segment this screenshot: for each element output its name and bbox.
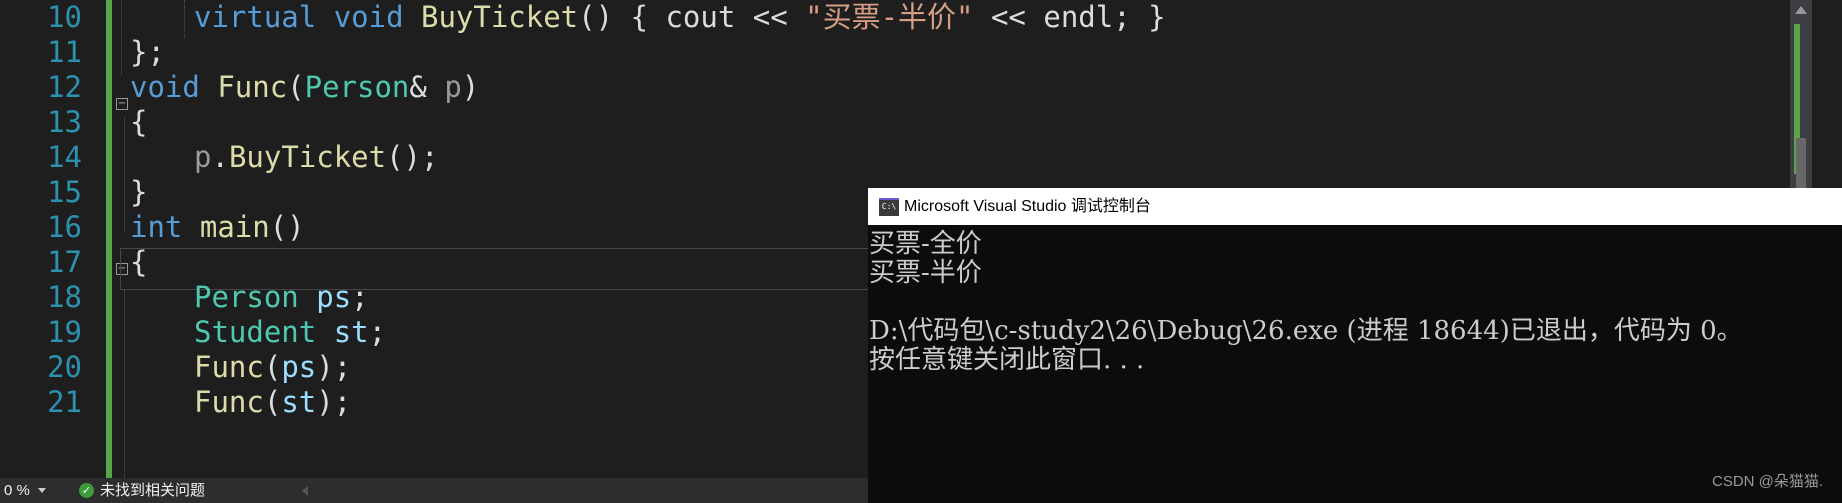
- code-token: (: [263, 350, 282, 384]
- console-output-line: D:\代码包\c-study2\26\Debug\26.exe (进程 1864…: [869, 316, 1743, 346]
- indent-guide: [121, 0, 122, 75]
- code-token: {: [130, 105, 148, 139]
- code-token: void: [333, 0, 404, 34]
- indent-guide: [124, 117, 125, 232]
- code-token: };: [130, 35, 165, 69]
- code-line[interactable]: int main(): [130, 207, 305, 248]
- code-line[interactable]: Func(st);: [194, 382, 351, 423]
- scroll-up-icon[interactable]: [1795, 6, 1807, 14]
- console-title: Microsoft Visual Studio 调试控制台: [904, 198, 1151, 215]
- code-token: ps: [316, 280, 352, 314]
- issues-status[interactable]: 未找到相关问题: [100, 478, 205, 503]
- code-token: int: [130, 210, 183, 244]
- code-token: {: [130, 245, 148, 279]
- scroll-left-icon[interactable]: [302, 486, 308, 496]
- code-token: BuyTicket: [228, 140, 387, 174]
- code-token: Func: [194, 350, 264, 384]
- code-token: << endl; }: [973, 0, 1166, 34]
- fold-minus-icon[interactable]: −: [116, 98, 128, 110]
- watermark: CSDN @朵猫猫.: [1712, 473, 1824, 490]
- code-token: Person: [304, 70, 410, 104]
- code-token: Student: [194, 315, 317, 349]
- code-token: () { cout <<: [578, 0, 806, 34]
- code-line[interactable]: void Func(Person& p): [130, 67, 479, 108]
- zoom-level[interactable]: 0 %: [0, 478, 34, 503]
- code-line[interactable]: p.BuyTicket();: [194, 137, 438, 178]
- dropdown-arrow-icon[interactable]: [38, 488, 46, 493]
- code-token: }: [130, 175, 148, 209]
- console-app-icon: C:\: [879, 198, 899, 216]
- code-token: ;: [351, 280, 369, 314]
- code-token: ps: [281, 350, 317, 384]
- code-token: void: [130, 70, 200, 104]
- code-token: .: [211, 140, 229, 174]
- code-token: Func: [217, 70, 288, 104]
- debug-console-window[interactable]: C:\ Microsoft Visual Studio 调试控制台 买票-全价买…: [868, 188, 1842, 503]
- code-token: ;: [368, 315, 387, 349]
- code-token: &: [409, 70, 445, 104]
- code-line[interactable]: virtual void BuyTicket() { cout << "买票-半…: [194, 0, 1166, 38]
- code-token: "买票-半价": [805, 0, 974, 34]
- code-token: st: [333, 315, 369, 349]
- code-token: main: [199, 210, 270, 244]
- code-token: p: [194, 140, 212, 174]
- console-output-line: 买票-半价: [869, 258, 982, 288]
- console-output-line: 买票-全价: [869, 229, 982, 259]
- code-line[interactable]: {: [130, 242, 147, 283]
- code-token: Person: [194, 280, 299, 314]
- scroll-thumb[interactable]: [1796, 138, 1806, 188]
- line-number: 21: [47, 385, 82, 419]
- change-tracking-bar: [106, 0, 112, 478]
- code-token: p: [444, 70, 462, 104]
- line-number-gutter: 10 11 12 13 14 15 16 17 18 19 20 21: [0, 0, 92, 478]
- code-token: (: [263, 385, 282, 419]
- code-token: st: [281, 385, 317, 419]
- console-output-line: 按任意键关闭此窗口. . .: [869, 345, 1145, 375]
- status-bar: 0 % ✓ 未找到相关问题: [0, 478, 870, 503]
- code-token: ();: [386, 140, 439, 174]
- indent-guide: [184, 0, 185, 38]
- code-token: (): [269, 210, 305, 244]
- code-token: (: [287, 70, 305, 104]
- code-line[interactable]: {: [130, 102, 147, 143]
- console-titlebar[interactable]: C:\ Microsoft Visual Studio 调试控制台: [868, 188, 1842, 225]
- code-token: );: [316, 350, 352, 384]
- code-token: );: [316, 385, 352, 419]
- code-token: BuyTicket: [421, 0, 579, 34]
- indent-guide: [124, 290, 125, 478]
- code-token: Func: [194, 385, 264, 419]
- check-circle-icon: ✓: [79, 483, 94, 498]
- code-token: ): [461, 70, 480, 104]
- code-token: virtual: [194, 0, 317, 34]
